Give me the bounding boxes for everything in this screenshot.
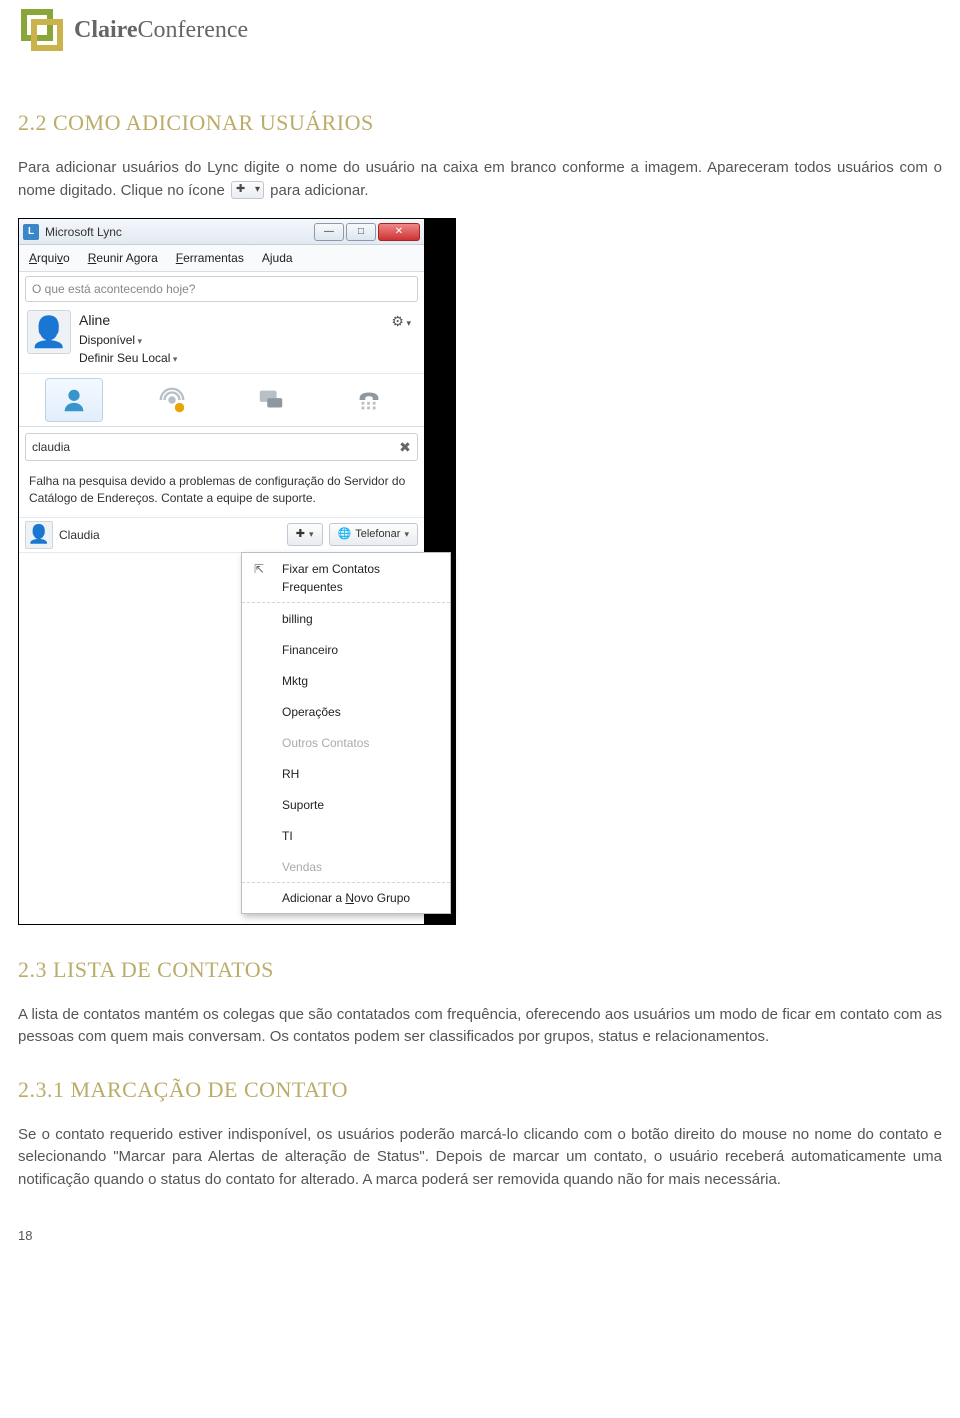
menubar: Arquivo Reunir Agora Ferramentas Ajuda — [19, 245, 424, 272]
ctx-item-ti[interactable]: TI — [242, 820, 450, 851]
menu-ajuda[interactable]: Ajuda — [262, 249, 293, 267]
result-name: Claudia — [59, 526, 281, 544]
heading-2-3: 2.3 LISTA DE CONTATOS — [18, 953, 942, 986]
ctx-item-billing[interactable]: billing — [242, 603, 450, 634]
brand-name: ClaireConference — [74, 12, 248, 48]
brand-name-light: Conference — [138, 17, 249, 43]
search-input[interactable]: claudia — [26, 434, 393, 460]
lync-screenshot: L Microsoft Lync — □ ✕ Arquivo Reunir Ag… — [18, 218, 456, 925]
ctx-item-vendas: Vendas — [242, 851, 450, 882]
maximize-button[interactable]: □ — [346, 223, 376, 241]
ctx-item-rh[interactable]: RH — [242, 758, 450, 789]
window-buttons: — □ ✕ — [312, 223, 420, 241]
para-2-2-a: Para adicionar usuários do Lync digite o… — [18, 159, 942, 199]
call-label: Telefonar — [355, 526, 400, 543]
brand-mark-icon — [18, 6, 66, 54]
search-result-row[interactable]: 👤 Claudia ✚ ▾ 🌐 Telefonar ▾ — [19, 517, 424, 553]
brand-name-bold: Claire — [74, 17, 138, 43]
para-2-2-b: para adicionar. — [270, 182, 368, 199]
clear-search-icon[interactable]: ✖ — [393, 437, 417, 458]
tab-contacts[interactable] — [45, 378, 103, 422]
profile-row: 👤 Aline Disponível Definir Seu Local ⚙ — [19, 306, 424, 374]
ctx-item-operacoes[interactable]: Operações — [242, 696, 450, 727]
tab-conversations[interactable] — [242, 378, 300, 422]
page-number: 18 — [18, 1226, 32, 1246]
context-menu: ⇱Fixar em Contatos Frequentes billing Fi… — [241, 552, 451, 914]
result-avatar: 👤 — [25, 521, 53, 549]
presence-dropdown[interactable]: Disponível — [79, 331, 378, 349]
window-title: Microsoft Lync — [45, 223, 312, 241]
add-contact-button[interactable]: ✚ ▾ — [287, 523, 323, 546]
ctx-add-new-group[interactable]: Adicionar a Novo Grupo — [242, 882, 450, 913]
minimize-button[interactable]: — — [314, 223, 344, 241]
ctx-item-suporte[interactable]: Suporte — [242, 789, 450, 820]
tab-phone[interactable] — [340, 378, 398, 422]
tabstrip — [19, 374, 424, 427]
para-2-2: Para adicionar usuários do Lync digite o… — [18, 157, 942, 202]
ctx-pin-label: Fixar em Contatos Frequentes — [282, 562, 380, 594]
titlebar: L Microsoft Lync — □ ✕ — [19, 219, 424, 245]
status-input[interactable]: O que está acontecendo hoje? — [25, 276, 418, 302]
call-button[interactable]: 🌐 Telefonar ▾ — [329, 523, 419, 546]
location-dropdown[interactable]: Definir Seu Local — [79, 349, 378, 367]
menu-reunir[interactable]: Reunir Agora — [88, 249, 158, 267]
menu-ferramentas[interactable]: Ferramentas — [176, 249, 244, 267]
lync-window: L Microsoft Lync — □ ✕ Arquivo Reunir Ag… — [19, 219, 424, 924]
ctx-item-financeiro[interactable]: Financeiro — [242, 634, 450, 665]
menu-arquivo[interactable]: Arquivo — [29, 249, 70, 267]
heading-2-2: 2.2 COMO ADICIONAR USUÁRIOS — [18, 106, 942, 139]
ctx-item-mktg[interactable]: Mktg — [242, 665, 450, 696]
brand-logo: ClaireConference — [18, 0, 942, 82]
avatar: 👤 — [27, 310, 71, 354]
tab-activity[interactable] — [143, 378, 201, 422]
search-bar[interactable]: claudia ✖ — [25, 433, 418, 461]
para-2-3-1: Se o contato requerido estiver indisponí… — [18, 1124, 942, 1192]
lync-app-icon: L — [23, 224, 39, 240]
profile-name: Aline — [79, 310, 378, 331]
ctx-pin-frequent[interactable]: ⇱Fixar em Contatos Frequentes — [242, 553, 450, 603]
ctx-item-outros: Outros Contatos — [242, 727, 450, 758]
close-button[interactable]: ✕ — [378, 223, 420, 241]
search-error: Falha na pesquisa devido a problemas de … — [19, 467, 424, 517]
add-dropdown-icon — [231, 181, 264, 199]
gear-icon[interactable]: ⚙ — [386, 310, 416, 333]
heading-2-3-1: 2.3.1 MARCAÇÃO DE CONTATO — [18, 1073, 942, 1106]
para-2-3: A lista de contatos mantém os colegas qu… — [18, 1004, 942, 1049]
